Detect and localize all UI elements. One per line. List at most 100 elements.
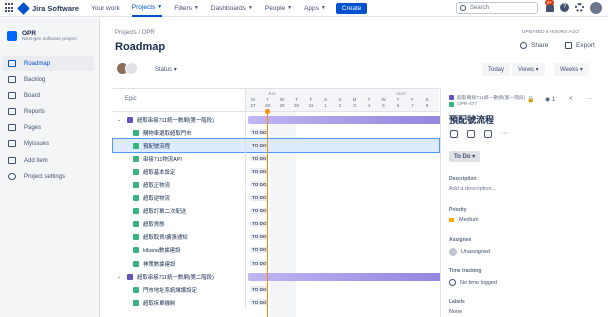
row-label[interactable]: ⌄ 超取串接711統一數網(第一階段) bbox=[113, 113, 246, 126]
row-label[interactable]: 購物車選取超取門市 bbox=[113, 126, 246, 140]
day-letter: S bbox=[338, 97, 342, 102]
timeline-cell[interactable]: TO DO bbox=[246, 126, 439, 139]
sidebar-item-reports[interactable]: Reports bbox=[2, 104, 94, 119]
sidebar-item-board[interactable]: Board bbox=[2, 88, 94, 103]
timeline-cell[interactable]: TO DO bbox=[246, 296, 439, 309]
weeks-dropdown[interactable]: Weeks ▾ bbox=[554, 63, 589, 76]
row-label[interactable]: 預配號流程 bbox=[113, 139, 246, 153]
issue-key[interactable]: OPR-477 bbox=[449, 102, 477, 107]
today-button[interactable]: Today bbox=[482, 63, 511, 76]
sidebar-item-roadmap[interactable]: Roadmap bbox=[2, 56, 94, 71]
nav-dashboards[interactable]: Dashboards ▼ bbox=[211, 5, 253, 12]
settings-gear-icon[interactable] bbox=[575, 3, 584, 12]
issue-row[interactable]: 超取正物流 TO DO bbox=[113, 178, 439, 192]
row-label[interactable]: ⌄ 超取串接711統一數網(第二階段) bbox=[113, 270, 246, 284]
issue-row[interactable]: 超取訂單二次配送 TO DO bbox=[113, 204, 439, 218]
issue-row[interactable]: 超取貨態 TO DO bbox=[113, 217, 439, 231]
issue-row[interactable]: 門市地址系統維護設定 TO DO bbox=[113, 283, 439, 297]
create-button[interactable]: Create bbox=[335, 2, 368, 14]
lock-icon[interactable]: 🔒 bbox=[527, 96, 534, 103]
issue-row[interactable]: kibana數據建設 TO DO bbox=[113, 243, 439, 257]
avatar-group[interactable] bbox=[116, 62, 138, 75]
sidebar-item-settings[interactable]: Project settings bbox=[2, 169, 94, 184]
link-icon[interactable] bbox=[484, 130, 492, 138]
row-label[interactable]: 超取基本設定 bbox=[113, 165, 246, 179]
row-label[interactable]: 超取訂單二次配送 bbox=[113, 204, 246, 218]
child-issue-icon[interactable] bbox=[467, 130, 475, 138]
issue-row[interactable]: 購物車選取超取門市 TO DO bbox=[113, 126, 439, 140]
row-label[interactable]: 神策數據建設 bbox=[113, 257, 246, 271]
nav-people[interactable]: People ▼ bbox=[265, 5, 292, 12]
timeline-cell[interactable]: TO DO bbox=[246, 165, 439, 178]
row-label[interactable]: 超取正物流 bbox=[113, 178, 246, 192]
timeline-cell[interactable]: TO DO bbox=[246, 178, 439, 191]
nav-your-work[interactable]: Your work bbox=[91, 5, 120, 12]
parent-epic-link[interactable]: 超取串接711統一數網(第一階段) bbox=[449, 94, 525, 101]
issue-row[interactable]: 超取逆物流 TO DO bbox=[113, 191, 439, 205]
assignee-value: Unassigned bbox=[461, 249, 491, 255]
more-icon[interactable]: ··· bbox=[501, 130, 508, 138]
search-input[interactable]: Search bbox=[456, 2, 538, 14]
issue-row[interactable]: 超取取貨/擴張通知 TO DO bbox=[113, 230, 439, 244]
chevron-down-icon[interactable]: ⌄ bbox=[117, 274, 123, 280]
day-number: 2 bbox=[338, 103, 342, 108]
timeline-cell[interactable] bbox=[246, 113, 496, 126]
assignee-field[interactable]: Unassigned bbox=[449, 248, 490, 256]
issue-row[interactable]: 超取基本設定 TO DO bbox=[113, 165, 439, 179]
row-label[interactable]: kibana數據建設 bbox=[113, 243, 246, 257]
row-label[interactable]: 超取拆單機制 bbox=[113, 296, 246, 310]
timeline-cell[interactable]: TO DO bbox=[246, 283, 439, 296]
nav-filters[interactable]: Filters ▼ bbox=[174, 5, 199, 12]
jira-logo[interactable]: Jira Software bbox=[17, 1, 79, 15]
labels-field[interactable]: None bbox=[449, 309, 462, 315]
app-switcher-icon[interactable] bbox=[5, 3, 15, 13]
description-field[interactable]: Add a description... bbox=[449, 186, 496, 192]
more-icon[interactable]: ··· bbox=[586, 96, 592, 102]
story-icon bbox=[133, 234, 139, 241]
row-label[interactable]: 串接711物流API bbox=[113, 152, 246, 166]
issue-title[interactable]: 預配號流程 bbox=[449, 113, 494, 126]
timeline-cell[interactable]: TO DO bbox=[246, 139, 439, 152]
epic-row[interactable]: ⌄ 超取串接711統一數網(第二階段) bbox=[113, 270, 496, 284]
row-label[interactable]: 超取貨態 bbox=[113, 217, 246, 231]
chevron-down-icon[interactable]: ⌄ bbox=[117, 117, 123, 123]
project-header[interactable]: OPR Next-gen software project bbox=[7, 30, 77, 42]
sidebar-item-add[interactable]: Add item bbox=[2, 153, 94, 168]
priority-field[interactable]: Medium bbox=[449, 217, 479, 223]
views-dropdown[interactable]: Views ▾ bbox=[512, 63, 545, 76]
row-label[interactable]: 門市地址系統維護設定 bbox=[113, 283, 246, 297]
status-filter[interactable]: Status ▾ bbox=[155, 66, 177, 73]
sidebar-item-backlog[interactable]: Backlog bbox=[2, 72, 94, 87]
attach-icon[interactable] bbox=[450, 130, 458, 138]
time-tracking-field[interactable]: No time logged bbox=[449, 279, 497, 286]
timeline-cell[interactable]: TO DO bbox=[246, 257, 439, 270]
timeline-cell[interactable] bbox=[246, 270, 496, 283]
issue-row[interactable]: 串接711物流API TO DO bbox=[113, 152, 439, 166]
nav-projects[interactable]: Projects ▼ bbox=[131, 0, 163, 17]
row-label[interactable]: 超取取貨/擴張通知 bbox=[113, 230, 246, 244]
row-label[interactable]: 超取逆物流 bbox=[113, 191, 246, 205]
status-dropdown[interactable]: To Do ▾ bbox=[449, 151, 481, 162]
avatar[interactable] bbox=[125, 62, 138, 75]
help-icon[interactable]: ? bbox=[560, 3, 569, 12]
issue-row[interactable]: 超取拆單機制 TO DO bbox=[113, 296, 439, 310]
sidebar-item-pages[interactable]: Pages bbox=[2, 120, 94, 135]
timeline-cell[interactable]: TO DO bbox=[246, 192, 439, 205]
timeline-cell[interactable]: TO DO bbox=[246, 231, 439, 244]
timeline-cell[interactable]: TO DO bbox=[246, 152, 439, 165]
timeline-cell[interactable]: TO DO bbox=[246, 218, 439, 231]
nav-apps[interactable]: Apps ▼ bbox=[304, 5, 326, 12]
breadcrumb[interactable]: Projects / OPR bbox=[115, 30, 155, 36]
share-button[interactable]: Share bbox=[520, 42, 548, 49]
user-avatar[interactable] bbox=[590, 2, 602, 14]
sidebar-item-myissues[interactable]: Myissues bbox=[2, 136, 94, 151]
export-button[interactable]: Export bbox=[565, 42, 595, 49]
story-icon bbox=[133, 260, 139, 267]
epic-row[interactable]: ⌄ 超取串接711統一數網(第一階段) bbox=[113, 113, 496, 126]
issue-row[interactable]: 預配號流程 TO DO bbox=[112, 138, 440, 154]
share-icon[interactable]: < bbox=[569, 96, 573, 102]
timeline-cell[interactable]: TO DO bbox=[246, 205, 439, 218]
issue-row[interactable]: 神策數據建設 TO DO bbox=[113, 257, 439, 271]
timeline-cell[interactable]: TO DO bbox=[246, 244, 439, 257]
watch-eye-icon[interactable]: ◉ 1 bbox=[545, 96, 555, 103]
